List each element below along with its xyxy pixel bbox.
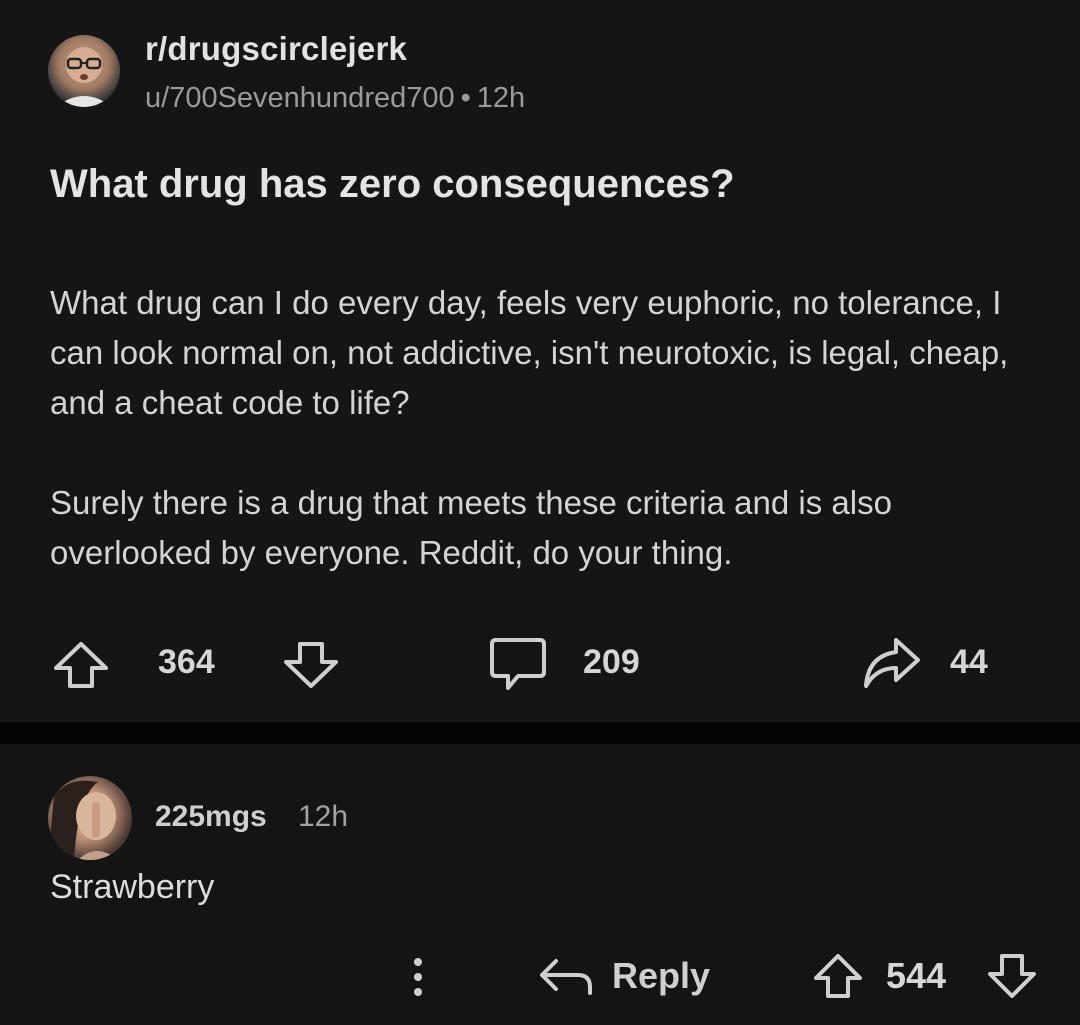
comment-author-avatar[interactable] bbox=[48, 776, 132, 860]
post-comment-divider bbox=[0, 722, 1080, 744]
post-author-avatar[interactable] bbox=[48, 35, 120, 107]
speech-bubble-icon[interactable] bbox=[488, 634, 548, 692]
comment-vote-count: 544 bbox=[886, 955, 947, 996]
post-meta: u/700Sevenhundred700 • 12h bbox=[145, 82, 525, 115]
post-title: What drug has zero consequences? bbox=[50, 162, 735, 206]
post-vote-count: 364 bbox=[158, 643, 215, 681]
post-body-paragraph: Surely there is a drug that meets these … bbox=[50, 484, 892, 571]
vertical-dots-icon[interactable] bbox=[408, 955, 428, 999]
comment-text: Strawberry bbox=[50, 868, 215, 906]
reply-button[interactable]: Reply bbox=[612, 955, 710, 997]
meta-separator: • bbox=[460, 82, 471, 114]
avatar-face-icon bbox=[56, 47, 112, 107]
comment-author[interactable]: 225mgs bbox=[155, 800, 267, 834]
reply-arrow-icon[interactable] bbox=[538, 955, 594, 999]
share-arrow-icon[interactable] bbox=[860, 634, 922, 692]
post-share-count: 44 bbox=[950, 643, 988, 681]
post-body-paragraph: What drug can I do every day, feels very… bbox=[50, 284, 1009, 421]
post-age: 12h bbox=[476, 82, 526, 114]
post-comment-count: 209 bbox=[583, 643, 640, 681]
subreddit-name[interactable]: r/drugscirclejerk bbox=[145, 30, 407, 68]
avatar-portrait-icon bbox=[48, 780, 118, 860]
arrow-down-icon[interactable] bbox=[282, 640, 340, 690]
arrow-down-icon[interactable] bbox=[986, 952, 1038, 1000]
post-username[interactable]: u/700Sevenhundred700 bbox=[145, 82, 455, 114]
comment-age: 12h bbox=[298, 800, 349, 833]
arrow-up-icon[interactable] bbox=[52, 640, 110, 690]
arrow-up-icon[interactable] bbox=[812, 952, 864, 1000]
